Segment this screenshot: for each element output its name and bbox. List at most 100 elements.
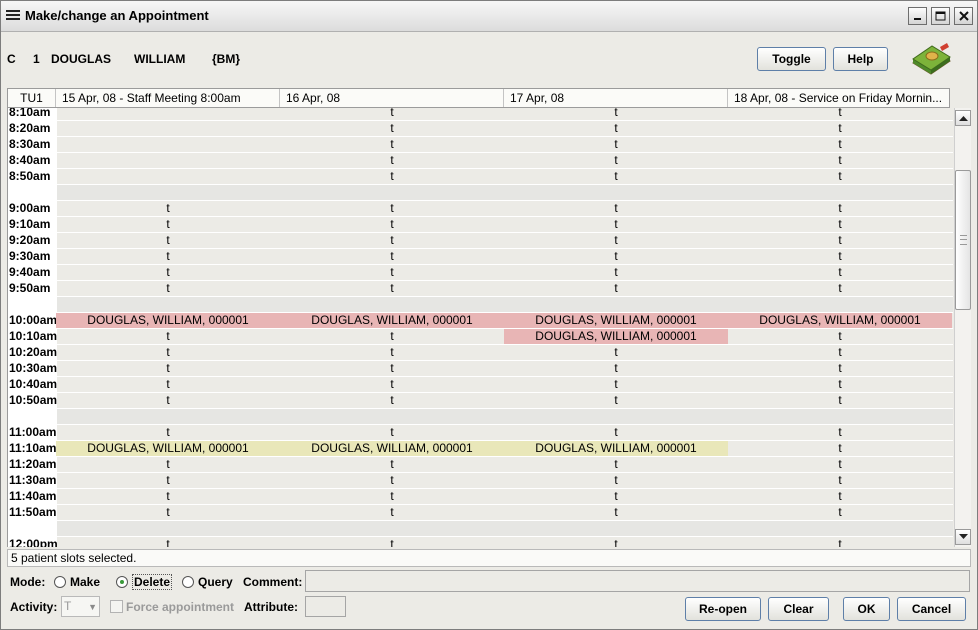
appointment-slot[interactable]: t (56, 425, 280, 440)
appointment-slot-booked[interactable]: DOUGLAS, WILLIAM, 000001 (728, 313, 952, 328)
appointment-slot[interactable]: t (56, 329, 280, 344)
appointment-slot[interactable] (504, 185, 728, 200)
appointment-slot[interactable]: t (56, 457, 280, 472)
appointment-slot[interactable]: t (504, 457, 728, 472)
minimize-button[interactable] (908, 7, 927, 25)
maximize-button[interactable] (931, 7, 950, 25)
appointment-slot[interactable]: t (728, 537, 952, 547)
appointment-slot[interactable] (280, 297, 504, 312)
scroll-down-button[interactable] (955, 529, 971, 545)
scroll-up-button[interactable] (955, 110, 971, 126)
mode-delete-radio[interactable] (116, 576, 128, 588)
mode-query-label[interactable]: Query (198, 575, 233, 589)
column-header-day-1[interactable]: 15 Apr, 08 - Staff Meeting 8:00am (56, 89, 280, 107)
appointment-slot[interactable]: t (504, 137, 728, 152)
appointment-slot[interactable]: t (504, 121, 728, 136)
appointment-slot[interactable]: t (280, 201, 504, 216)
appointment-slot[interactable]: t (56, 345, 280, 360)
appointment-slot[interactable]: t (728, 201, 952, 216)
column-header-day-2[interactable]: 16 Apr, 08 (280, 89, 504, 107)
ok-button[interactable]: OK (843, 597, 890, 621)
appointment-slot[interactable]: t (728, 233, 952, 248)
help-button[interactable]: Help (833, 47, 888, 71)
appointment-slot[interactable]: t (280, 329, 504, 344)
appointment-slot[interactable]: t (728, 505, 952, 520)
appointment-slot[interactable]: t (280, 121, 504, 136)
appointment-slot[interactable]: t (280, 425, 504, 440)
appointment-slot[interactable]: t (728, 329, 952, 344)
appointment-slot[interactable]: t (504, 233, 728, 248)
appointment-slot[interactable]: t (280, 393, 504, 408)
appointment-slot[interactable]: t (280, 108, 504, 120)
appointment-slot[interactable]: t (280, 505, 504, 520)
appointment-slot[interactable] (56, 153, 280, 168)
appointment-slot[interactable] (728, 185, 952, 200)
appointment-slot[interactable]: t (280, 153, 504, 168)
appointment-slot-booked[interactable]: DOUGLAS, WILLIAM, 000001 (504, 441, 728, 456)
appointment-slot[interactable]: t (728, 425, 952, 440)
appointment-slot[interactable]: t (56, 217, 280, 232)
appointment-slot[interactable]: t (504, 201, 728, 216)
appointment-slot[interactable]: t (280, 281, 504, 296)
appointment-slot[interactable]: t (504, 537, 728, 547)
column-header-day-4[interactable]: 18 Apr, 08 - Service on Friday Mornin... (728, 89, 952, 107)
appointment-slot[interactable]: t (728, 169, 952, 184)
appointment-slot[interactable]: t (728, 153, 952, 168)
appointment-slot[interactable]: t (728, 137, 952, 152)
appointment-slot[interactable]: t (504, 108, 728, 120)
appointment-slot[interactable]: t (56, 393, 280, 408)
appointment-slot[interactable] (280, 521, 504, 536)
appointment-slot[interactable]: t (56, 473, 280, 488)
attribute-field[interactable] (305, 596, 346, 617)
appointment-slot[interactable]: t (56, 505, 280, 520)
force-appointment-checkbox[interactable] (110, 600, 123, 613)
appointment-slot-booked[interactable]: DOUGLAS, WILLIAM, 000001 (280, 441, 504, 456)
appointment-slot[interactable]: t (728, 361, 952, 376)
appointment-slot[interactable]: t (280, 537, 504, 547)
appointment-slot[interactable]: t (280, 265, 504, 280)
appointment-slot[interactable]: t (728, 489, 952, 504)
appointment-slot[interactable]: t (280, 345, 504, 360)
reopen-button[interactable]: Re-open (685, 597, 761, 621)
appointment-slot[interactable] (56, 409, 280, 424)
appointment-slot[interactable]: t (280, 361, 504, 376)
appointment-slot[interactable]: t (280, 137, 504, 152)
appointment-slot[interactable]: t (728, 345, 952, 360)
mode-query-radio[interactable] (182, 576, 194, 588)
appointment-slot[interactable]: t (56, 377, 280, 392)
appointment-slot[interactable] (56, 108, 280, 120)
appointment-slot[interactable] (56, 297, 280, 312)
appointment-slot[interactable]: t (728, 121, 952, 136)
appointment-slot[interactable]: t (56, 201, 280, 216)
appointment-slot-booked[interactable]: DOUGLAS, WILLIAM, 000001 (56, 441, 280, 456)
appointment-slot[interactable]: t (504, 489, 728, 504)
appointment-slot[interactable]: t (728, 377, 952, 392)
appointment-slot[interactable]: t (504, 345, 728, 360)
appointment-slot[interactable]: t (56, 537, 280, 547)
appointment-slot[interactable]: t (728, 249, 952, 264)
appointment-slot[interactable]: t (728, 108, 952, 120)
appointment-slot[interactable]: t (56, 489, 280, 504)
clear-button[interactable]: Clear (768, 597, 829, 621)
appointment-slot[interactable] (728, 297, 952, 312)
appointment-slot-booked[interactable]: DOUGLAS, WILLIAM, 000001 (280, 313, 504, 328)
appointment-slot[interactable]: t (504, 265, 728, 280)
appointment-slot[interactable]: t (280, 233, 504, 248)
appointment-slot[interactable]: t (56, 281, 280, 296)
appointment-slot-booked[interactable]: DOUGLAS, WILLIAM, 000001 (504, 313, 728, 328)
appointment-slot[interactable]: t (504, 361, 728, 376)
appointment-slot[interactable] (280, 409, 504, 424)
close-button[interactable] (954, 7, 973, 25)
activity-select[interactable]: T ▼ (61, 596, 100, 617)
appointment-slot[interactable]: t (56, 249, 280, 264)
appointment-slot[interactable]: t (280, 217, 504, 232)
appointment-slot[interactable] (504, 409, 728, 424)
appointment-slot[interactable] (504, 521, 728, 536)
appointment-slot[interactable] (728, 409, 952, 424)
column-header-day-3[interactable]: 17 Apr, 08 (504, 89, 728, 107)
appointment-slot[interactable] (56, 121, 280, 136)
appointment-slot[interactable]: t (728, 393, 952, 408)
appointment-slot[interactable]: t (504, 505, 728, 520)
appointment-slot[interactable] (56, 169, 280, 184)
appointment-slot[interactable]: t (280, 489, 504, 504)
